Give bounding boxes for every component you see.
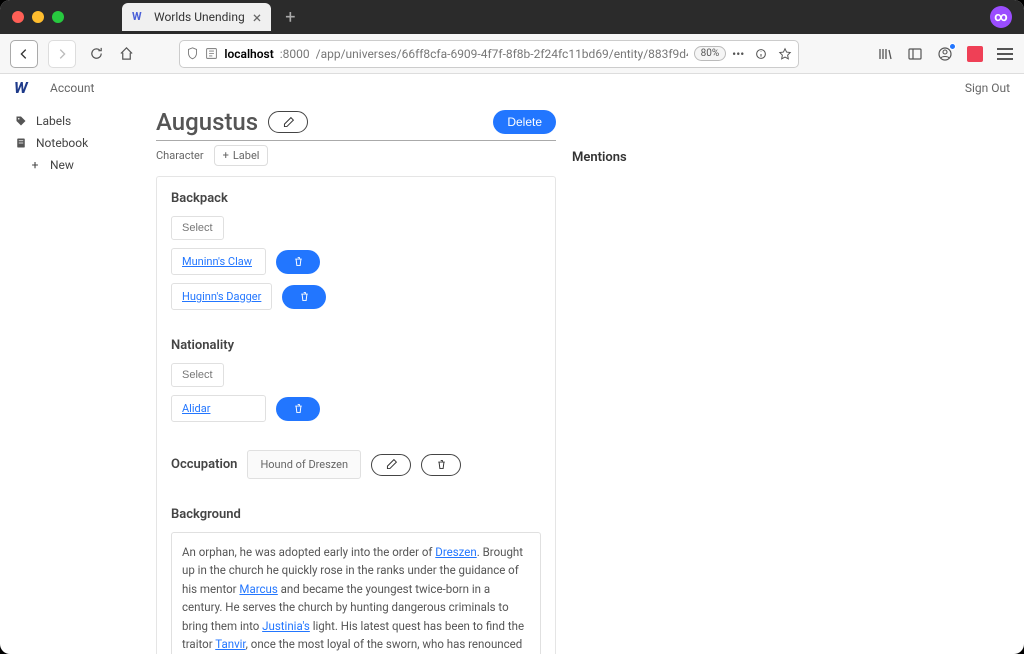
sidebar: Labels Notebook + New xyxy=(0,102,140,654)
menu-button[interactable] xyxy=(996,45,1014,63)
account-icon[interactable] xyxy=(936,45,954,63)
section-title: Backpack xyxy=(171,191,541,206)
edit-title-button[interactable] xyxy=(268,111,308,133)
tab-close-button[interactable]: × xyxy=(253,8,262,27)
extension-badge[interactable] xyxy=(990,6,1012,28)
entity-link[interactable]: Muninn's Claw xyxy=(182,255,252,268)
remove-item-button[interactable] xyxy=(276,250,320,274)
list-item: Muninn's Claw xyxy=(171,248,541,275)
tab-favicon: W xyxy=(132,10,146,24)
add-label-button[interactable]: + Label xyxy=(214,145,269,166)
browser-toolbar: localhost :8000/app/universes/66ff8cfa-69… xyxy=(0,34,1024,74)
url-bar[interactable]: localhost :8000/app/universes/66ff8cfa-69… xyxy=(179,40,799,68)
entity-link[interactable]: Tanvir xyxy=(215,637,245,651)
tab-title: Worlds Unending xyxy=(154,10,245,24)
entity-link[interactable]: Marcus xyxy=(239,582,277,596)
section-nationality: Nationality Select Alidar xyxy=(171,338,541,422)
zoom-badge[interactable]: 80% xyxy=(694,46,727,61)
delete-occupation-button[interactable] xyxy=(421,454,461,476)
pocket-icon[interactable] xyxy=(966,45,984,63)
sidebar-item-label: Notebook xyxy=(36,136,88,150)
browser-tab[interactable]: W Worlds Unending × xyxy=(122,3,271,31)
mentions-heading: Mentions xyxy=(572,102,627,638)
sidebar-item-label: Labels xyxy=(36,114,71,128)
bookmark-icon[interactable] xyxy=(778,47,792,61)
entity-type-label: Character xyxy=(156,149,204,162)
section-background: Background An orphan, he was adopted ear… xyxy=(171,507,541,654)
nationality-item[interactable]: Alidar xyxy=(171,395,266,422)
page-info-icon[interactable] xyxy=(205,47,218,60)
signout-link[interactable]: Sign Out xyxy=(965,81,1010,95)
list-item: Huginn's Dagger xyxy=(171,283,541,310)
account-link[interactable]: Account xyxy=(50,81,94,95)
back-button[interactable] xyxy=(10,40,38,68)
backpack-item[interactable]: Huginn's Dagger xyxy=(171,283,272,310)
minimize-window-button[interactable] xyxy=(32,11,44,23)
edit-occupation-button[interactable] xyxy=(371,454,411,476)
sidebar-item-label: New xyxy=(50,158,74,172)
section-title: Nationality xyxy=(171,338,541,353)
background-text: An orphan, he was adopted early into the… xyxy=(171,532,541,654)
backpack-select-button[interactable]: Select xyxy=(171,216,224,240)
reader-mode-icon[interactable] xyxy=(754,47,768,61)
library-icon[interactable] xyxy=(876,45,894,63)
backpack-item[interactable]: Muninn's Claw xyxy=(171,248,266,275)
section-title: Background xyxy=(171,507,541,522)
remove-item-button[interactable] xyxy=(276,397,320,421)
sidebar-item-notebook[interactable]: Notebook xyxy=(14,132,126,154)
main-content: Augustus Delete Character + Label xyxy=(140,102,1024,654)
app-header: W Account Sign Out xyxy=(0,74,1024,102)
forward-button[interactable] xyxy=(48,40,76,68)
section-backpack: Backpack Select Muninn's Claw Huginn's D… xyxy=(171,191,541,310)
window-controls xyxy=(12,11,64,23)
maximize-window-button[interactable] xyxy=(52,11,64,23)
url-host: localhost xyxy=(224,47,273,61)
tag-icon xyxy=(14,115,28,127)
more-icon[interactable]: ••• xyxy=(732,47,744,61)
url-port: :8000 xyxy=(280,47,310,61)
entity-link[interactable]: Justinia's xyxy=(262,619,310,633)
nationality-select-button[interactable]: Select xyxy=(171,363,224,387)
app-logo[interactable]: W xyxy=(14,78,34,98)
delete-button[interactable]: Delete xyxy=(493,110,556,134)
section-title: Occupation xyxy=(171,457,237,472)
entity-panel: Backpack Select Muninn's Claw Huginn's D… xyxy=(156,176,556,654)
plus-icon: + xyxy=(223,149,229,162)
url-path: /app/universes/66ff8cfa-6909-4f7f-8f8b-2… xyxy=(316,47,688,61)
entity-link[interactable]: Alidar xyxy=(182,402,210,415)
sidebar-item-new[interactable]: + New xyxy=(14,154,126,176)
remove-item-button[interactable] xyxy=(282,285,326,309)
new-tab-button[interactable]: + xyxy=(285,7,295,28)
shield-icon xyxy=(186,47,199,60)
occupation-value: Hound of Dreszen xyxy=(247,450,361,479)
add-label-text: Label xyxy=(233,149,260,162)
close-window-button[interactable] xyxy=(12,11,24,23)
list-item: Alidar xyxy=(171,395,541,422)
sidebar-toggle-icon[interactable] xyxy=(906,45,924,63)
entity-link[interactable]: Huginn's Dagger xyxy=(182,290,261,303)
browser-titlebar: W Worlds Unending × + xyxy=(0,0,1024,34)
section-occupation: Occupation Hound of Dreszen xyxy=(171,450,541,479)
sidebar-item-labels[interactable]: Labels xyxy=(14,110,126,132)
entity-link[interactable]: Dreszen xyxy=(435,545,476,559)
notebook-icon xyxy=(14,137,28,149)
home-button[interactable] xyxy=(116,44,136,64)
refresh-button[interactable] xyxy=(86,44,106,64)
entity-title: Augustus xyxy=(156,108,258,136)
plus-icon: + xyxy=(28,158,42,172)
